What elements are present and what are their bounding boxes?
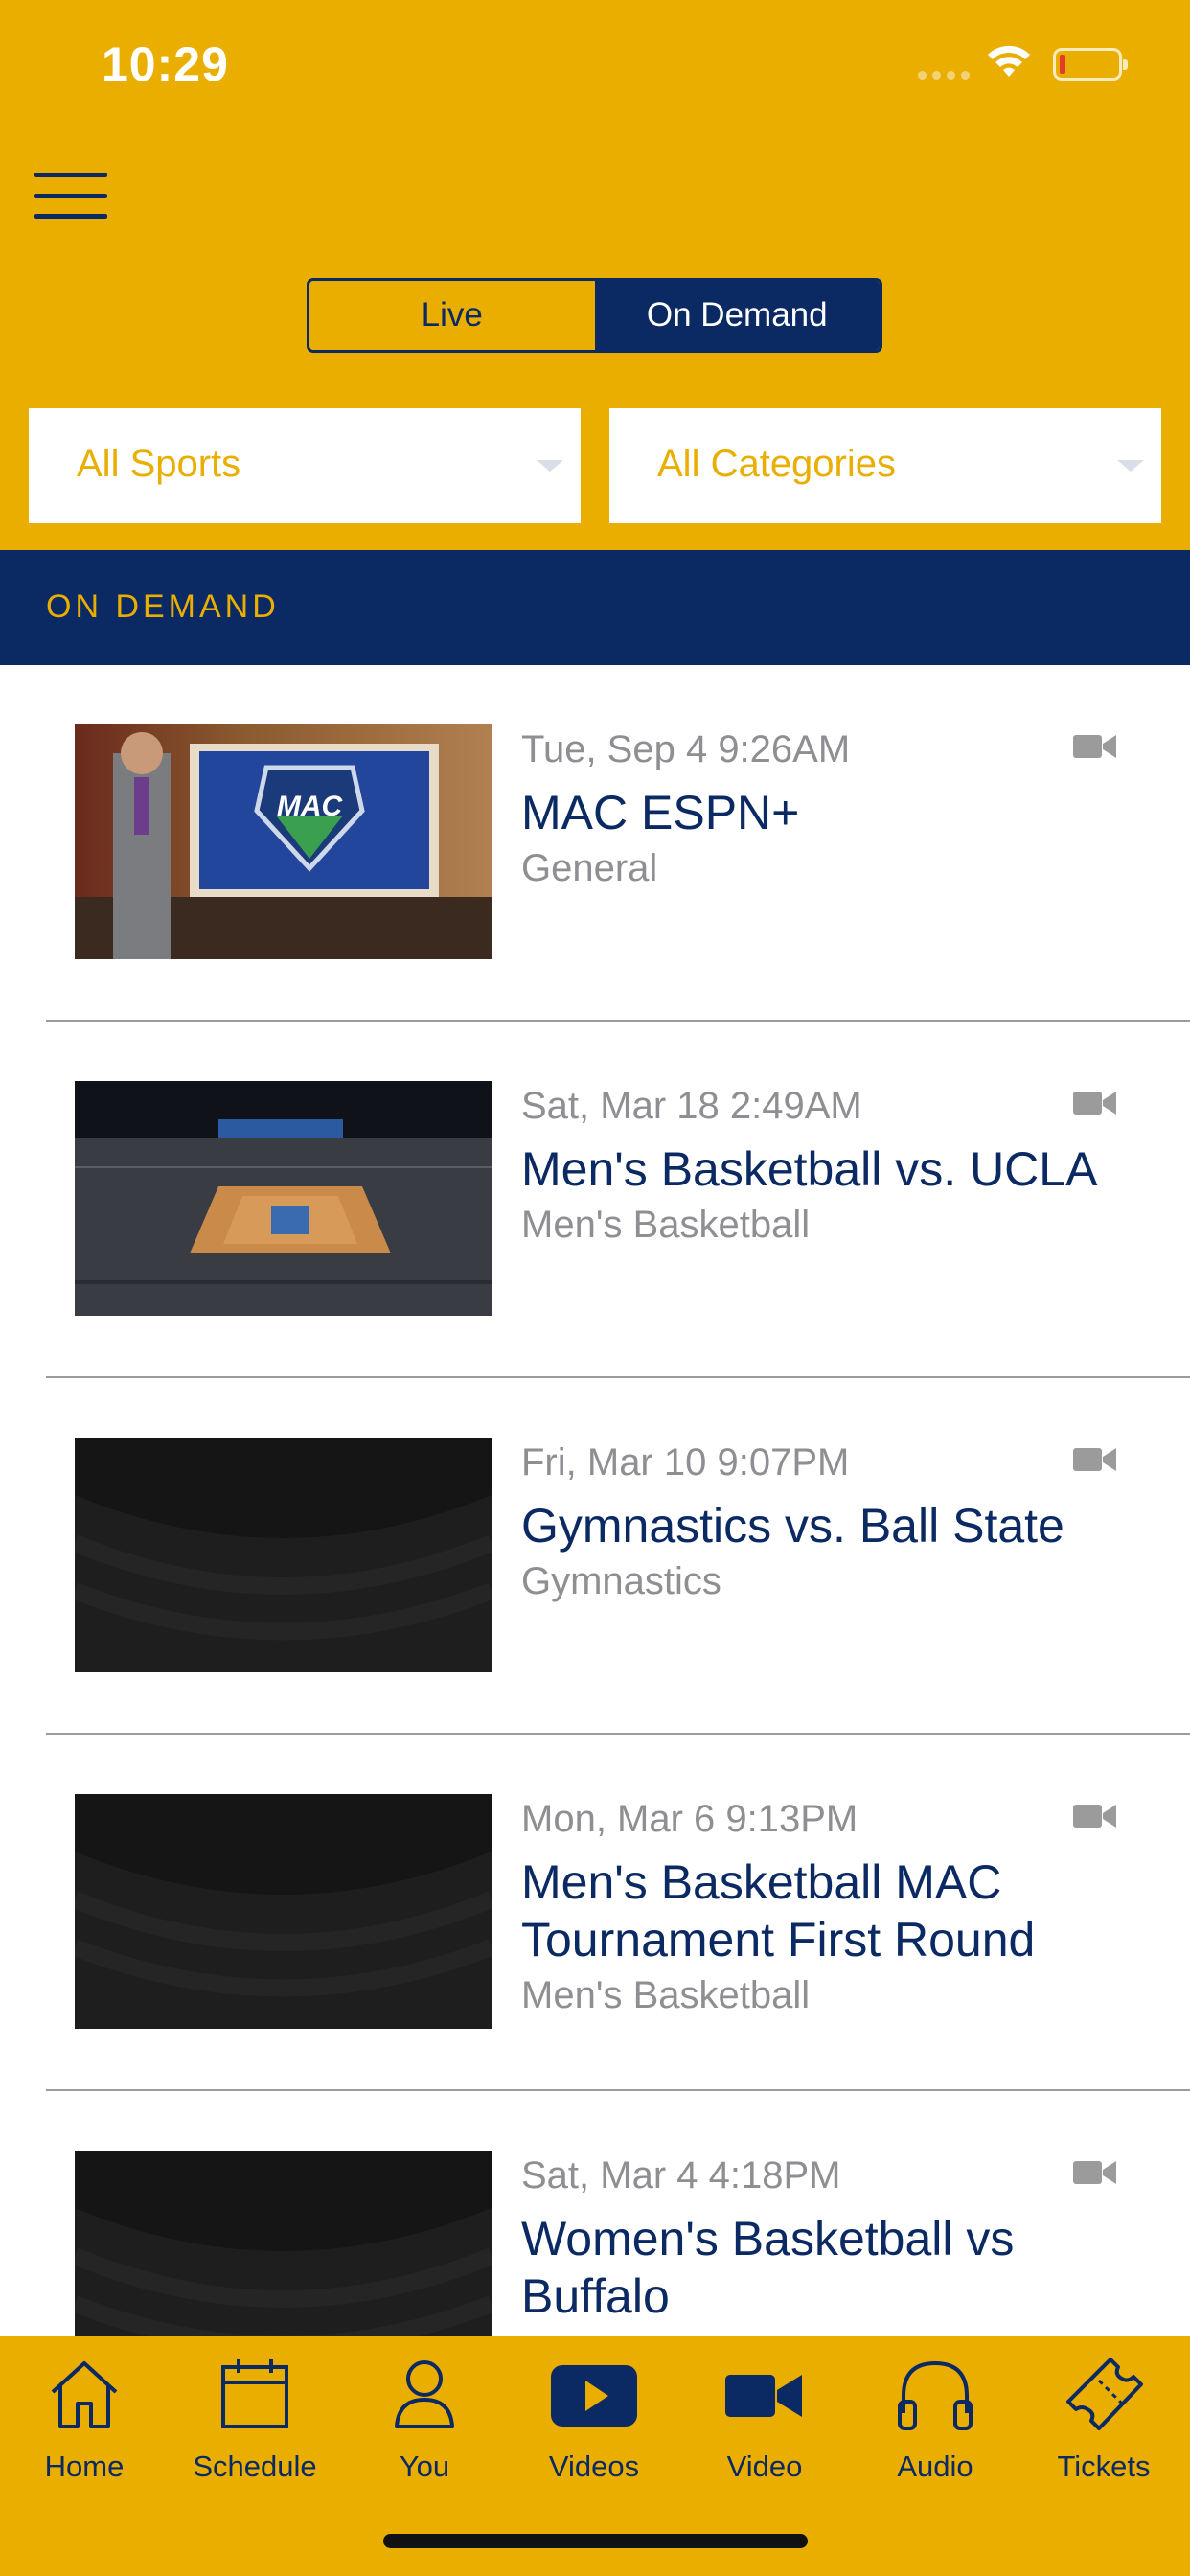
video-title: Men's Basketball MAC Tournament First Ro…: [521, 1855, 1036, 1966]
tab-schedule-label: Schedule: [193, 2450, 317, 2483]
person-icon: [395, 2360, 454, 2428]
video-title: Gymnastics vs. Ball State: [521, 1499, 1064, 1552]
tab-home-label: Home: [44, 2450, 125, 2483]
video-camera-icon: [1073, 1805, 1116, 1828]
hamburger-menu-icon[interactable]: [34, 172, 107, 218]
sports-filter-value: All Sports: [77, 443, 241, 485]
tab-videos-label: Videos: [548, 2450, 640, 2483]
video-thumbnail: [75, 2150, 492, 2336]
video-title: Women's Basketball vs Buffalo: [521, 2212, 1015, 2323]
tab-bar: Home Schedule You Videos Video Audio Tic…: [0, 2336, 1190, 2576]
tab-audio-label: Audio: [897, 2450, 973, 2483]
calendar-icon: [221, 2359, 288, 2428]
tab-video-label: Video: [726, 2450, 803, 2483]
segment-live[interactable]: Live: [309, 281, 595, 350]
tab-home[interactable]: Home: [8, 2356, 161, 2518]
video-category: Gymnastics: [521, 1560, 721, 1602]
video-list-item[interactable]: Mon, Mar 6 9:13PM Men's Basketball MAC T…: [0, 1735, 1190, 2091]
battery-icon: [1053, 48, 1128, 80]
video-category: Men's Basketball: [521, 1974, 811, 2016]
video-date: Sat, Mar 18 2:49AM: [521, 1085, 862, 1127]
video-list-item[interactable]: Fri, Mar 10 9:07PM Gymnastics vs. Ball S…: [0, 1378, 1190, 1735]
video-date: Mon, Mar 6 9:13PM: [521, 1798, 858, 1840]
video-thumbnail: [75, 1794, 492, 2029]
section-header: ON DEMAND: [0, 550, 1190, 665]
video-list-item[interactable]: Sat, Mar 4 4:18PM Women's Basketball vs …: [0, 2091, 1190, 2336]
video-title: Men's Basketball vs. UCLA: [521, 1142, 1098, 1196]
status-time: 10:29: [102, 37, 229, 91]
cellular-signal-icon: [918, 71, 972, 80]
categories-filter-dropdown[interactable]: All Categories: [609, 408, 1161, 523]
video-thumbnail: [75, 1081, 492, 1316]
chevron-down-icon: [1117, 460, 1144, 472]
tab-schedule[interactable]: Schedule: [178, 2356, 332, 2518]
ticket-icon: [1066, 2358, 1143, 2430]
wifi-icon: [988, 45, 1030, 77]
video-list-item[interactable]: MAC Tue, Sep 4 9:26AM MAC ESPN+ General: [0, 665, 1190, 1022]
svg-text:MAC: MAC: [277, 791, 344, 822]
video-date: Tue, Sep 4 9:26AM: [521, 728, 851, 770]
headphones-icon: [898, 2360, 973, 2430]
tab-tickets[interactable]: Tickets: [1027, 2356, 1180, 2518]
video-date: Fri, Mar 10 9:07PM: [521, 1441, 850, 1484]
sports-filter-dropdown[interactable]: All Sports: [29, 408, 581, 523]
video-camera-icon: [1073, 735, 1116, 758]
video-thumbnail: [75, 1438, 492, 1672]
tab-tickets-label: Tickets: [1057, 2450, 1151, 2483]
tab-you-label: You: [399, 2450, 450, 2483]
video-list-item[interactable]: Sat, Mar 18 2:49AM Men's Basketball vs. …: [0, 1022, 1190, 1378]
tab-video[interactable]: Video: [688, 2356, 841, 2518]
video-category: General: [521, 847, 658, 889]
video-title: MAC ESPN+: [521, 786, 800, 840]
home-indicator[interactable]: [383, 2534, 808, 2548]
section-title: ON DEMAND: [46, 588, 280, 625]
tab-videos[interactable]: Videos: [517, 2356, 671, 2518]
video-thumbnail: MAC: [75, 724, 492, 959]
video-camera-icon: [1073, 2161, 1116, 2184]
tab-audio[interactable]: Audio: [858, 2356, 1012, 2518]
home-icon: [51, 2361, 118, 2428]
play-icon: [551, 2365, 637, 2426]
header: Live On Demand All Sports All Categories: [0, 128, 1190, 550]
video-date: Sat, Mar 4 4:18PM: [521, 2154, 841, 2196]
video-camera-icon: [725, 2375, 802, 2417]
video-category: Men's Basketball: [521, 1204, 811, 1246]
categories-filter-value: All Categories: [657, 443, 897, 485]
tab-you[interactable]: You: [348, 2356, 501, 2518]
status-bar: 10:29: [0, 0, 1190, 128]
video-camera-icon: [1073, 1092, 1116, 1115]
video-camera-icon: [1073, 1448, 1116, 1471]
video-list[interactable]: MAC Tue, Sep 4 9:26AM MAC ESPN+ General: [0, 665, 1190, 2336]
segment-on-demand[interactable]: On Demand: [594, 281, 880, 350]
live-ondemand-segmented-control: Live On Demand: [307, 278, 882, 353]
chevron-down-icon: [537, 460, 563, 472]
